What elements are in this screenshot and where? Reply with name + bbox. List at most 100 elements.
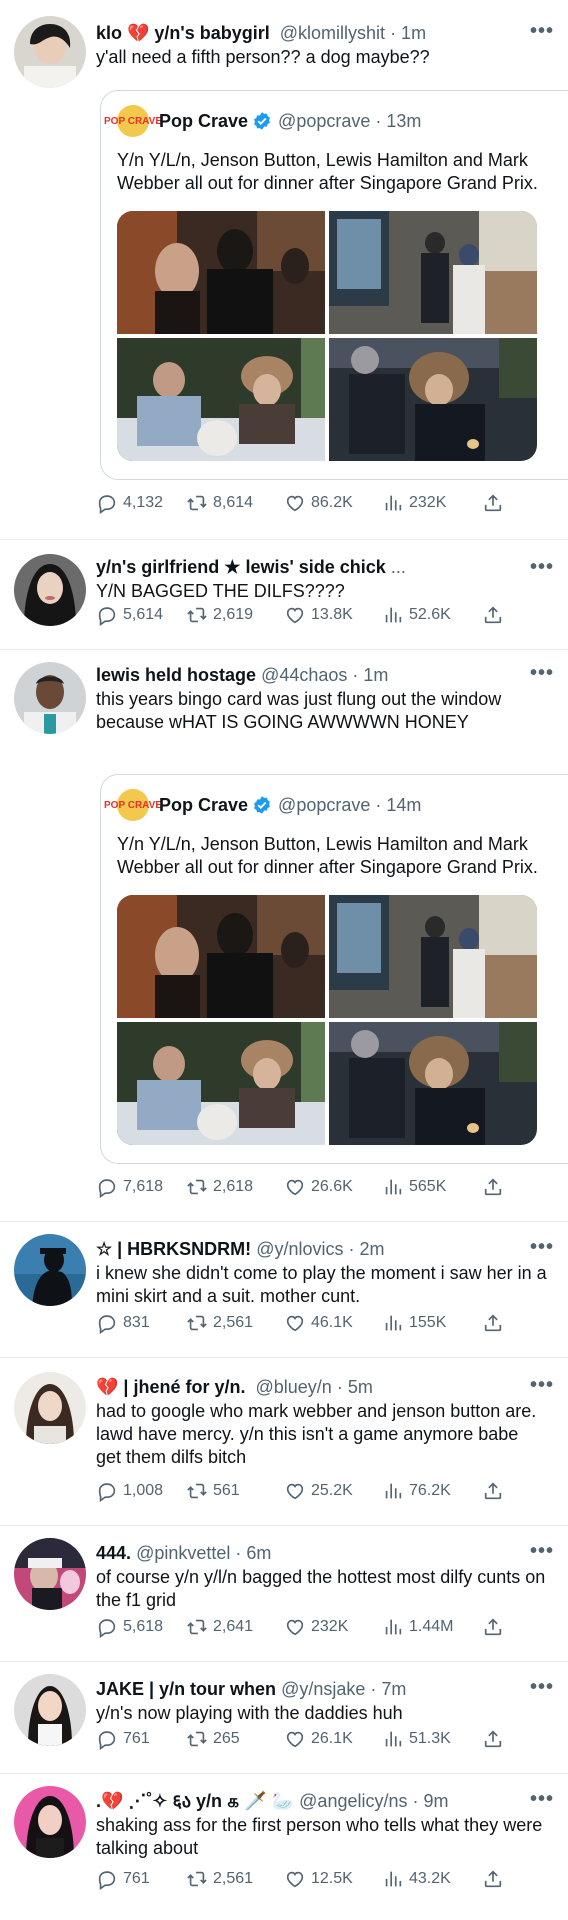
avatar[interactable] <box>14 1234 86 1306</box>
tweet[interactable]: ••• klo 💔 y/n's babygirl @klomillyshit ·… <box>0 0 568 540</box>
handle[interactable]: @bluey/n <box>255 1377 331 1397</box>
tweet[interactable]: ••• y/n's girlfriend ★ lewis' side chick… <box>0 540 568 650</box>
display-name[interactable]: lewis held hostage <box>96 665 256 685</box>
like-button[interactable]: 86.2K <box>284 492 382 514</box>
photo[interactable] <box>117 211 325 334</box>
reply-count: 7,618 <box>123 1178 164 1195</box>
tweet[interactable]: ••• lewis held hostage @44chaos · 1m thi… <box>0 650 568 1222</box>
views-button[interactable]: 76.2K <box>382 1480 482 1502</box>
photo[interactable] <box>117 1022 325 1145</box>
reply-button[interactable]: 761 <box>96 1728 186 1750</box>
like-button[interactable]: 12.5K <box>284 1868 382 1890</box>
views-button[interactable]: 52.6K <box>382 604 482 626</box>
retweet-button[interactable]: 2,561 <box>186 1312 284 1334</box>
quote-display-name[interactable]: Pop Crave <box>159 795 248 816</box>
handle[interactable]: @pinkvettel <box>136 1543 230 1563</box>
handle[interactable]: @y/nsjake <box>281 1679 365 1699</box>
display-name[interactable]: 💔 | jhené for y/n. <box>96 1377 245 1397</box>
reply-button[interactable]: 1,008 <box>96 1480 186 1502</box>
more-dots-icon[interactable]: ••• <box>530 1676 554 1699</box>
quote-tweet[interactable]: POP CRAVE Pop Crave @popcrave · 14m Y/n … <box>100 774 568 1164</box>
tweet-text: of course y/n y/l/n bagged the hottest m… <box>96 1567 546 1610</box>
tweet-text: this years bingo card was just flung out… <box>96 689 502 732</box>
quote-display-name[interactable]: Pop Crave <box>159 111 248 132</box>
retweet-button[interactable]: 561 <box>186 1480 284 1502</box>
views-button[interactable]: 1.44M <box>382 1616 482 1638</box>
photo[interactable] <box>329 1022 537 1145</box>
display-name[interactable]: 444. <box>96 1543 131 1563</box>
retweet-button[interactable]: 2,619 <box>186 604 284 626</box>
retweet-button[interactable]: 2,641 <box>186 1616 284 1638</box>
handle[interactable]: ... <box>391 557 406 577</box>
photo[interactable] <box>329 338 537 461</box>
reply-button[interactable]: 4,132 <box>96 492 186 514</box>
photo[interactable] <box>117 338 325 461</box>
more-dots-icon[interactable]: ••• <box>530 1788 554 1811</box>
views-button[interactable]: 565K <box>382 1176 482 1198</box>
tweet[interactable]: ••• 444. @pinkvettel · 6m of course y/n … <box>0 1526 568 1662</box>
reply-button[interactable]: 831 <box>96 1312 186 1334</box>
display-name[interactable]: ☆ | HBRKSNDRM! <box>96 1239 251 1259</box>
more-dots-icon[interactable]: ••• <box>530 662 554 685</box>
like-button[interactable]: 26.1K <box>284 1728 382 1750</box>
more-dots-icon[interactable]: ••• <box>530 1236 554 1259</box>
views-button[interactable]: 43.2K <box>382 1868 482 1890</box>
share-button[interactable] <box>482 1480 504 1502</box>
handle[interactable]: @klomillyshit <box>280 23 385 43</box>
share-button[interactable] <box>482 604 504 626</box>
tweet[interactable]: ••• ☆ | HBRKSNDRM! @y/nlovics · 2m i kne… <box>0 1222 568 1358</box>
views-button[interactable]: 155K <box>382 1312 482 1334</box>
reply-button[interactable]: 7,618 <box>96 1176 186 1198</box>
more-dots-icon[interactable]: ••• <box>530 1374 554 1397</box>
display-name[interactable]: y/n's girlfriend ★ lewis' side chick <box>96 557 386 577</box>
display-name[interactable]: JAKE | y/n tour when <box>96 1679 276 1699</box>
like-button[interactable]: 26.6K <box>284 1176 382 1198</box>
display-name[interactable]: .💔 ⋰˚✧ ६ა y/n ௧ 🗡️ 🦢 <box>96 1791 294 1811</box>
share-button[interactable] <box>482 1868 504 1890</box>
share-button[interactable] <box>482 492 504 514</box>
retweet-button[interactable]: 265 <box>186 1728 284 1750</box>
quote-tweet[interactable]: POP CRAVE Pop Crave @popcrave · 13m Y/n … <box>100 90 568 480</box>
avatar[interactable] <box>14 662 86 734</box>
photo[interactable] <box>117 895 325 1018</box>
retweet-icon <box>186 1728 208 1750</box>
reply-button[interactable]: 5,618 <box>96 1616 186 1638</box>
share-button[interactable] <box>482 1728 504 1750</box>
views-button[interactable]: 51.3K <box>382 1728 482 1750</box>
share-button[interactable] <box>482 1616 504 1638</box>
more-dots-icon[interactable]: ••• <box>530 20 554 43</box>
like-button[interactable]: 13.8K <box>284 604 382 626</box>
more-dots-icon[interactable]: ••• <box>530 556 554 579</box>
tweet[interactable]: ••• JAKE | y/n tour when @y/nsjake · 7m … <box>0 1662 568 1774</box>
reply-button[interactable]: 5,614 <box>96 604 186 626</box>
like-button[interactable]: 232K <box>284 1616 382 1638</box>
avatar[interactable] <box>14 16 86 88</box>
avatar[interactable] <box>14 1372 86 1444</box>
like-button[interactable]: 25.2K <box>284 1480 382 1502</box>
avatar[interactable] <box>14 1674 86 1746</box>
like-button[interactable]: 46.1K <box>284 1312 382 1334</box>
handle[interactable]: @y/nlovics <box>256 1239 343 1259</box>
tweet[interactable]: ••• 💔 | jhené for y/n. @bluey/n · 5m had… <box>0 1358 568 1526</box>
avatar[interactable] <box>14 1538 86 1610</box>
retweet-button[interactable]: 2,618 <box>186 1176 284 1198</box>
share-button[interactable] <box>482 1312 504 1334</box>
views-button[interactable]: 232K <box>382 492 482 514</box>
more-dots-icon[interactable]: ••• <box>530 1540 554 1563</box>
quote-handle[interactable]: @popcrave <box>278 111 370 132</box>
display-name[interactable]: klo 💔 y/n's babygirl <box>96 23 270 43</box>
retweet-button[interactable]: 8,614 <box>186 492 284 514</box>
action-bar: 761 265 26.1K 51.3K <box>96 1728 548 1750</box>
photo[interactable] <box>329 895 537 1018</box>
quote-handle[interactable]: @popcrave <box>278 795 370 816</box>
retweet-button[interactable]: 2,561 <box>186 1868 284 1890</box>
share-button[interactable] <box>482 1176 504 1198</box>
handle[interactable]: @44chaos <box>261 665 347 685</box>
like-count: 13.8K <box>311 606 353 623</box>
avatar[interactable] <box>14 554 86 626</box>
handle[interactable]: @angelicy/ns <box>299 1791 407 1811</box>
tweet[interactable]: ••• .💔 ⋰˚✧ ६ა y/n ௧ 🗡️ 🦢 @angelicy/ns · … <box>0 1774 568 1920</box>
avatar[interactable] <box>14 1786 86 1858</box>
photo[interactable] <box>329 211 537 334</box>
reply-button[interactable]: 761 <box>96 1868 186 1890</box>
